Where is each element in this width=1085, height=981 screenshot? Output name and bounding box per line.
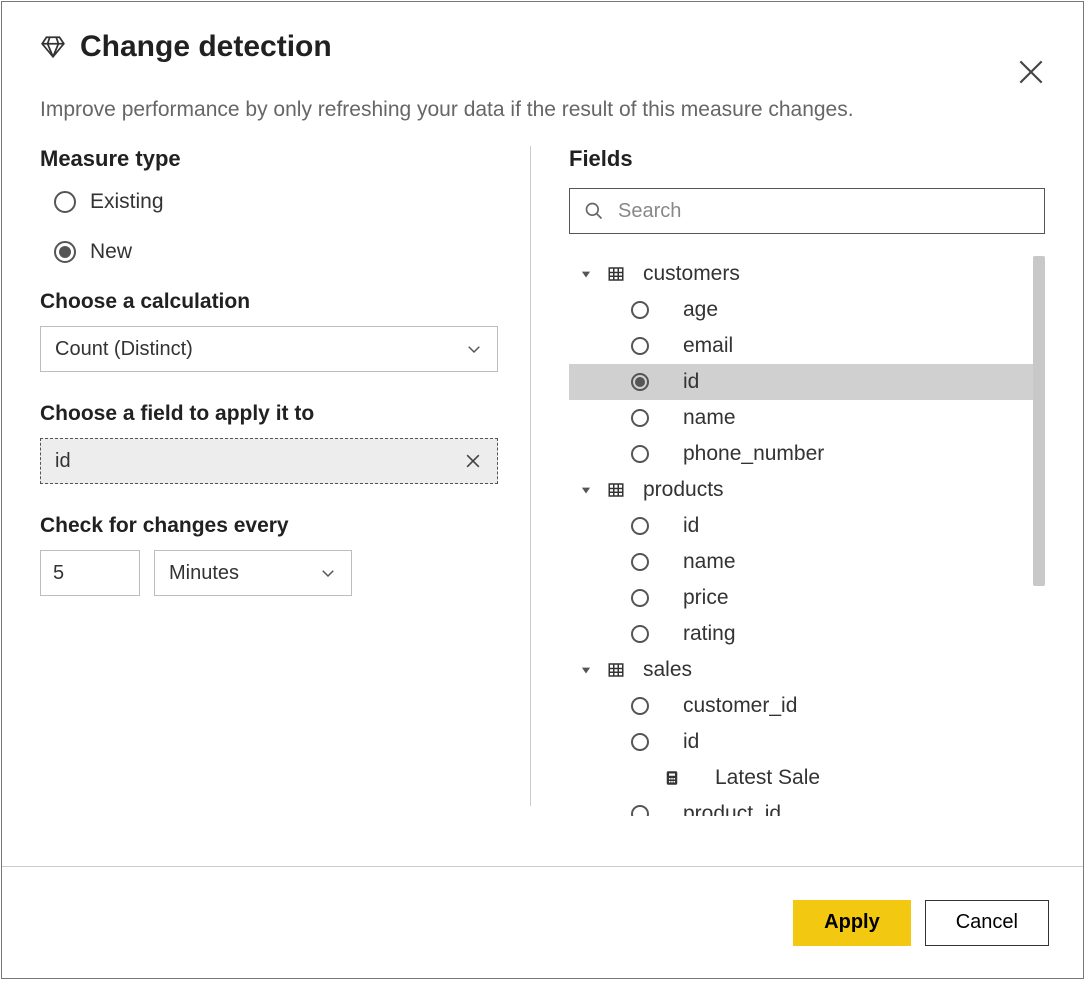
dialog-body: Measure type Existing New Choose a calcu… bbox=[2, 122, 1083, 866]
field-label: id bbox=[683, 514, 699, 538]
field-row[interactable]: email bbox=[569, 328, 1045, 364]
scrollbar[interactable] bbox=[1033, 256, 1045, 586]
fields-search[interactable] bbox=[569, 188, 1045, 234]
interval-unit-value: Minutes bbox=[169, 562, 239, 585]
expander-icon bbox=[579, 483, 593, 497]
measure-type-heading: Measure type bbox=[40, 146, 492, 172]
field-radio-icon bbox=[631, 805, 649, 816]
apply-button[interactable]: Apply bbox=[793, 900, 911, 946]
field-radio-icon bbox=[631, 733, 649, 751]
measure-type-existing[interactable]: Existing bbox=[54, 190, 492, 214]
field-label: Latest Sale bbox=[715, 766, 820, 790]
field-label: email bbox=[683, 334, 733, 358]
table-label: products bbox=[643, 478, 724, 502]
table-label: sales bbox=[643, 658, 692, 682]
field-label: phone_number bbox=[683, 442, 824, 466]
clear-field-icon[interactable] bbox=[463, 451, 483, 471]
radio-label: New bbox=[90, 240, 132, 264]
left-column: Measure type Existing New Choose a calcu… bbox=[40, 146, 530, 866]
field-radio-icon bbox=[631, 445, 649, 463]
measure-icon bbox=[663, 769, 681, 787]
dialog-footer: Apply Cancel bbox=[2, 866, 1083, 978]
field-radio-icon bbox=[631, 625, 649, 643]
field-label: customer_id bbox=[683, 694, 797, 718]
expander-icon bbox=[579, 267, 593, 281]
field-row[interactable]: age bbox=[569, 292, 1045, 328]
table-icon bbox=[607, 481, 625, 499]
field-row[interactable]: id bbox=[569, 508, 1045, 544]
field-radio-icon bbox=[631, 517, 649, 535]
dialog-title: Change detection bbox=[80, 30, 332, 64]
interval-value-input[interactable] bbox=[40, 550, 140, 596]
field-label: price bbox=[683, 586, 729, 610]
field-label: id bbox=[683, 370, 699, 394]
field-radio-icon bbox=[631, 697, 649, 715]
field-label: id bbox=[683, 730, 699, 754]
cancel-button[interactable]: Cancel bbox=[925, 900, 1049, 946]
field-row[interactable]: name bbox=[569, 544, 1045, 580]
check-heading: Check for changes every bbox=[40, 514, 492, 538]
field-row[interactable]: price bbox=[569, 580, 1045, 616]
fields-tree-wrap: customers age email id name phone_numberprodu… bbox=[569, 256, 1045, 866]
change-detection-dialog: Change detection Improve performance by … bbox=[1, 1, 1084, 979]
calculation-value: Count (Distinct) bbox=[55, 338, 193, 361]
calculation-select[interactable]: Count (Distinct) bbox=[40, 326, 498, 372]
field-value: id bbox=[55, 450, 71, 473]
field-radio-icon bbox=[631, 589, 649, 607]
field-radio-icon bbox=[631, 409, 649, 427]
field-row[interactable]: id bbox=[569, 364, 1045, 400]
calculation-heading: Choose a calculation bbox=[40, 290, 492, 314]
right-column: Fields customers age email id name phone_numb… bbox=[531, 146, 1045, 866]
radio-label: Existing bbox=[90, 190, 164, 214]
chevron-down-icon bbox=[465, 340, 483, 358]
field-radio-icon bbox=[631, 553, 649, 571]
field-radio-icon bbox=[631, 337, 649, 355]
field-label: name bbox=[683, 406, 736, 430]
field-label: name bbox=[683, 550, 736, 574]
field-row[interactable]: product_id bbox=[569, 796, 1045, 816]
fields-search-input[interactable] bbox=[616, 199, 1030, 224]
field-row[interactable]: phone_number bbox=[569, 436, 1045, 472]
table-label: customers bbox=[643, 262, 740, 286]
measure-type-radio-group: Existing New bbox=[40, 190, 492, 264]
table-icon bbox=[607, 265, 625, 283]
field-dropwell[interactable]: id bbox=[40, 438, 498, 484]
table-row[interactable]: products bbox=[569, 472, 1045, 508]
field-heading: Choose a field to apply it to bbox=[40, 402, 492, 426]
search-icon bbox=[584, 201, 604, 221]
field-label: rating bbox=[683, 622, 736, 646]
measure-type-new[interactable]: New bbox=[54, 240, 492, 264]
field-row[interactable]: id bbox=[569, 724, 1045, 760]
field-label: age bbox=[683, 298, 718, 322]
dialog-subtitle: Improve performance by only refreshing y… bbox=[40, 98, 1045, 122]
field-label: product_id bbox=[683, 802, 781, 816]
table-row[interactable]: sales bbox=[569, 652, 1045, 688]
diamond-icon bbox=[40, 34, 66, 60]
table-row[interactable]: customers bbox=[569, 256, 1045, 292]
table-icon bbox=[607, 661, 625, 679]
chevron-down-icon bbox=[319, 564, 337, 582]
radio-icon bbox=[54, 241, 76, 263]
field-radio-icon bbox=[631, 373, 649, 391]
field-row[interactable]: name bbox=[569, 400, 1045, 436]
dialog-header: Change detection Improve performance by … bbox=[2, 2, 1083, 122]
field-row[interactable]: rating bbox=[569, 616, 1045, 652]
fields-heading: Fields bbox=[569, 146, 1045, 172]
title-row: Change detection bbox=[40, 30, 1045, 64]
fields-tree[interactable]: customers age email id name phone_numberprodu… bbox=[569, 256, 1045, 816]
field-radio-icon bbox=[631, 301, 649, 319]
field-row[interactable]: customer_id bbox=[569, 688, 1045, 724]
field-row[interactable]: Latest Sale bbox=[569, 760, 1045, 796]
close-button[interactable] bbox=[1015, 56, 1047, 88]
interval-unit-select[interactable]: Minutes bbox=[154, 550, 352, 596]
interval-row: Minutes bbox=[40, 550, 492, 596]
radio-icon bbox=[54, 191, 76, 213]
expander-icon bbox=[579, 663, 593, 677]
